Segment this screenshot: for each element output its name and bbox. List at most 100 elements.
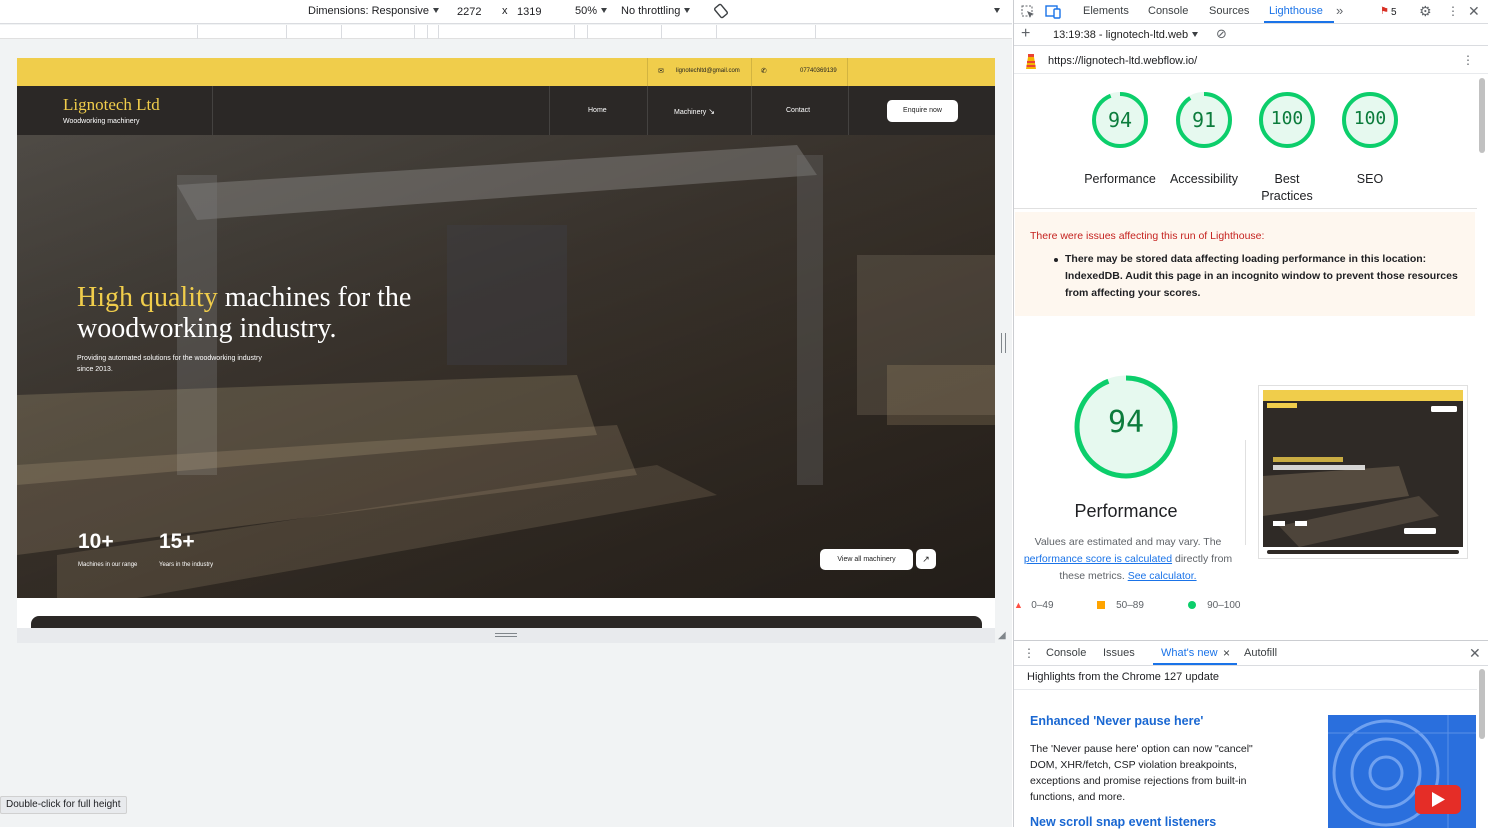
tab-elements[interactable]: Elements <box>1083 5 1129 17</box>
devtools-drawer: ⋮ Console Issues What's new × Autofill ✕… <box>1014 640 1488 829</box>
arrow-up-right-icon[interactable]: ↗ <box>916 549 936 569</box>
stat-label: Machines in our range <box>78 562 138 568</box>
email-icon: ✉ <box>658 68 664 75</box>
performance-title: Performance <box>1074 501 1178 521</box>
tab-sources[interactable]: Sources <box>1209 5 1249 17</box>
device-toolbar-icon[interactable] <box>1045 5 1061 22</box>
drawer-tab-whats-new[interactable]: What's new <box>1161 647 1218 659</box>
feature-title[interactable]: Enhanced 'Never pause here' <box>1030 714 1203 728</box>
resize-handle-right[interactable] <box>1001 333 1006 353</box>
drawer-tab-console[interactable]: Console <box>1046 647 1086 659</box>
more-options-icon[interactable] <box>990 5 1000 17</box>
report-scrollbar[interactable] <box>1479 78 1485 153</box>
enquire-button[interactable]: Enquire now <box>887 100 958 122</box>
lighthouse-logo-icon <box>1024 53 1038 72</box>
nav-contact[interactable]: Contact <box>786 107 810 114</box>
score-gauge[interactable]: 100 Best Practices <box>1246 90 1328 203</box>
square-icon <box>1097 601 1105 609</box>
score-value: 94 <box>1107 108 1133 132</box>
legend-pass: 90–100 <box>1188 600 1241 611</box>
hero-subtext: Providing automated solutions for the wo… <box>77 355 262 373</box>
times-sign: x <box>502 5 508 17</box>
lighthouse-report: 94 Performance 91 Accessibility 100 Best… <box>1014 75 1477 640</box>
device-toolbar: Dimensions: Responsive x 50% No throttli… <box>0 0 1012 24</box>
tab-lighthouse[interactable]: Lighthouse <box>1269 5 1323 17</box>
nav-home[interactable]: Home <box>588 107 607 114</box>
width-input[interactable] <box>455 4 495 20</box>
tab-console[interactable]: Console <box>1148 5 1188 17</box>
close-drawer-icon[interactable]: ✕ <box>1469 646 1481 660</box>
nav-machinery[interactable]: Machinery ↘ <box>674 107 715 116</box>
kebab-menu-icon[interactable]: ⋮ <box>1447 4 1459 18</box>
emulated-website: ✉ lignotechltd@gmail.com ✆ 07740369139 L… <box>17 58 995 643</box>
rotate-icon[interactable] <box>713 3 729 22</box>
legend-average: 50–89 <box>1097 600 1144 611</box>
contact-bar: ✉ lignotechltd@gmail.com ✆ 07740369139 <box>17 58 995 86</box>
final-screenshot-thumbnail[interactable] <box>1258 385 1468 559</box>
drawer-scrollbar[interactable] <box>1479 669 1485 739</box>
site-logo[interactable]: Lignotech Ltd <box>63 95 160 115</box>
score-gauge[interactable]: 94 Performance <box>1079 90 1161 186</box>
score-calculated-link[interactable]: performance score is calculated <box>1024 553 1172 565</box>
issues-count[interactable]: 5 <box>1391 6 1397 20</box>
warning-box: There were issues affecting this run of … <box>1015 212 1475 316</box>
performance-score: 94 <box>1107 405 1145 440</box>
tooltip: Double-click for full height <box>0 796 127 814</box>
resize-handle-bottom[interactable] <box>17 628 995 643</box>
phone-icon: ✆ <box>761 68 767 75</box>
device-emulation-area: Dimensions: Responsive x 50% No throttli… <box>0 0 1012 827</box>
score-gauge[interactable]: 100 SEO <box>1329 90 1411 186</box>
drawer-tab-autofill[interactable]: Autofill <box>1244 647 1277 659</box>
phone-link[interactable]: 07740369139 <box>800 68 837 74</box>
lighthouse-toolbar: + 13:19:38 - lignotech-ltd.web ⊘ <box>1014 24 1488 46</box>
view-all-machinery-button[interactable]: View all machinery <box>820 549 913 570</box>
feature-description: The 'Never pause here' option can now "c… <box>1030 743 1253 803</box>
score-gauge[interactable]: 91 Accessibility <box>1163 90 1245 186</box>
email-link[interactable]: lignotechltd@gmail.com <box>676 68 740 74</box>
more-tabs-icon[interactable]: » <box>1336 4 1343 18</box>
triangle-icon: ▲ <box>1014 600 1023 610</box>
throttling-dropdown[interactable]: No throttling <box>621 5 691 17</box>
devtools-tabbar: Elements Console Sources Lighthouse » ⚑ … <box>1014 0 1488 24</box>
whats-new-heading: Highlights from the Chrome 127 update <box>1027 671 1219 683</box>
settings-gear-icon[interactable]: ⚙ <box>1419 4 1432 18</box>
drawer-menu-icon[interactable]: ⋮ <box>1023 646 1035 660</box>
zoom-dropdown[interactable]: 50% <box>575 5 608 17</box>
hero-section: High quality machines for the woodworkin… <box>17 135 995 598</box>
height-input[interactable] <box>515 4 555 20</box>
circle-icon <box>1188 601 1196 609</box>
report-selector[interactable]: 13:19:38 - lignotech-ltd.web <box>1053 29 1199 41</box>
score-value: 100 <box>1270 108 1304 129</box>
report-url[interactable]: https://lignotech-ltd.webflow.io/ <box>1048 55 1197 67</box>
report-menu-icon[interactable]: ⋮ <box>1462 53 1474 67</box>
warning-item: There may be stored data affecting loadi… <box>1065 253 1458 299</box>
close-tab-icon[interactable]: × <box>1223 646 1230 660</box>
stat-value: 15+ <box>159 530 195 553</box>
performance-description: Values are estimated and may vary. The p… <box>1023 536 1233 582</box>
stat-value: 10+ <box>78 530 114 553</box>
warning-title: There were issues affecting this run of … <box>1030 230 1265 242</box>
site-tagline: Woodworking machinery <box>63 118 140 125</box>
hero-headline: High quality machines for the woodworkin… <box>77 282 412 344</box>
dimensions-dropdown[interactable]: Dimensions: Responsive <box>308 5 440 17</box>
legend-fail: ▲ 0–49 <box>1014 600 1054 611</box>
score-value: 100 <box>1353 108 1387 129</box>
new-report-plus-icon[interactable]: + <box>1021 26 1030 42</box>
clear-reports-icon[interactable]: ⊘ <box>1216 27 1227 41</box>
issues-icon[interactable]: ⚑ <box>1380 5 1389 19</box>
score-value: 91 <box>1191 108 1217 132</box>
close-devtools-icon[interactable]: ✕ <box>1468 4 1480 18</box>
drawer-tab-issues[interactable]: Issues <box>1103 647 1135 659</box>
report-url-row: https://lignotech-ltd.webflow.io/ ⋮ <box>1014 47 1488 74</box>
score-label: Accessibility <box>1169 172 1239 186</box>
see-calculator-link[interactable]: See calculator. <box>1128 570 1197 582</box>
stat-label: Years in the industry <box>159 562 214 568</box>
media-query-ruler[interactable] <box>0 25 1012 39</box>
drawer-tabbar: ⋮ Console Issues What's new × Autofill ✕ <box>1014 641 1488 666</box>
arrow-down-right-icon: ↘ <box>708 107 715 116</box>
score-label: Performance <box>1084 172 1156 186</box>
score-label: Best Practices <box>1261 172 1313 203</box>
resize-corner-icon[interactable]: ◢ <box>998 630 1006 641</box>
inspect-element-icon[interactable] <box>1021 5 1035 22</box>
whats-new-video-thumbnail[interactable] <box>1328 715 1476 828</box>
